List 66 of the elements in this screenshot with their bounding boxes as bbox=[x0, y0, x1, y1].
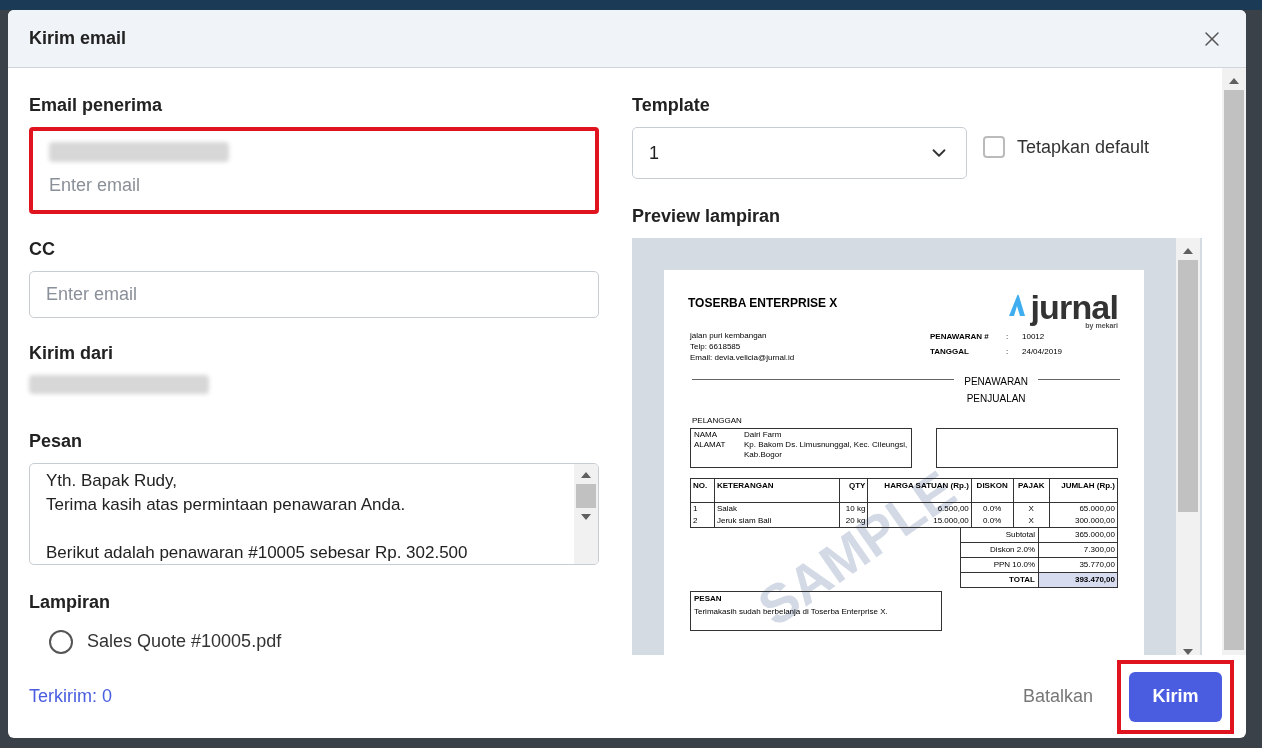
customer-label: ALAMAT bbox=[694, 440, 727, 451]
column-header: DISKON bbox=[971, 478, 1014, 503]
column-header: JUMLAH (Rp.) bbox=[1049, 478, 1118, 503]
message-field[interactable]: Yth. Bapak Rudy, Terima kasih atas permintaan penawaran Anda. Berikut adalah penawaran #10005 sebesar Rp. 302.500 bbox=[29, 463, 599, 565]
field-label: Preview lampiran bbox=[632, 205, 782, 228]
customer-label: NAMA bbox=[694, 430, 719, 440]
table-cell: 300.000,00 bbox=[1049, 515, 1118, 528]
field-label: Email penerima bbox=[29, 94, 164, 117]
recipient-field[interactable]: Enter email bbox=[29, 127, 599, 215]
table-cell: 0.0% bbox=[971, 515, 1014, 528]
scroll-down-icon[interactable] bbox=[1183, 649, 1193, 655]
customer-heading: PELANGGAN bbox=[692, 415, 743, 427]
meta-label: PENAWARAN # bbox=[930, 331, 990, 343]
total-label: Diskon 2.0% bbox=[961, 543, 1039, 557]
field-label: Kirim dari bbox=[29, 342, 115, 366]
attachment-checkbox[interactable] bbox=[49, 629, 73, 654]
meta-separator: : bbox=[1006, 331, 1010, 343]
field-label: CC bbox=[29, 238, 56, 262]
table-cell: 65.000,00 bbox=[1049, 502, 1118, 515]
meta-label: TANGGAL bbox=[930, 346, 970, 358]
document-title: PENJUALAN bbox=[966, 392, 1026, 406]
table-cell: 1 bbox=[690, 502, 715, 515]
scroll-up-icon[interactable] bbox=[1183, 248, 1193, 254]
scroll-thumb[interactable] bbox=[576, 484, 596, 509]
field-label: Template bbox=[632, 94, 711, 117]
scroll-up-icon[interactable] bbox=[581, 472, 591, 479]
customer-value: Dairi Farm bbox=[744, 430, 783, 440]
field-label: Pesan bbox=[29, 430, 84, 454]
total-value: 7.300,00 bbox=[1082, 544, 1116, 556]
dialog-scrollbar[interactable] bbox=[1222, 68, 1246, 655]
attachment-name: Sales Quote #10005.pdf bbox=[87, 630, 282, 653]
total-value: 393.470,00 bbox=[1039, 573, 1117, 587]
table-cell: 2 bbox=[690, 515, 715, 528]
dialog-title: Kirim email bbox=[29, 27, 127, 50]
meta-value: 10012 bbox=[1022, 331, 1045, 343]
customer-value: Kp. Bakom Ds. Limusnunggal, Kec. Cileungsi, Kab.Bogor bbox=[744, 440, 908, 460]
address-line: jalan puri kembangan bbox=[690, 331, 768, 341]
total-label: PPN 10.0% bbox=[961, 558, 1039, 572]
table-cell: X bbox=[1013, 502, 1050, 515]
company-name: TOSERBA ENTERPRISE X bbox=[688, 295, 838, 312]
default-checkbox[interactable]: Tetapkan default bbox=[983, 133, 1150, 161]
address-line: Email: devia.velicia@jurnal.id bbox=[690, 353, 795, 363]
sent-count: Terkirim: 0 bbox=[29, 685, 112, 708]
cancel-button[interactable]: Batalkan bbox=[1018, 683, 1097, 710]
scroll-thumb[interactable] bbox=[1178, 260, 1198, 512]
preview-scrollbar[interactable] bbox=[1176, 238, 1200, 655]
total-value: 365.000,00 bbox=[1073, 529, 1116, 541]
cc-field[interactable]: Enter email bbox=[29, 271, 599, 319]
scroll-thumb[interactable] bbox=[1224, 90, 1244, 650]
address-line: Telp: 6618585 bbox=[690, 342, 742, 352]
template-select[interactable]: 1 bbox=[632, 127, 967, 179]
send-button[interactable]: Kirim bbox=[1129, 671, 1222, 722]
column-header: PAJAK bbox=[1013, 478, 1050, 503]
meta-separator: : bbox=[1006, 346, 1010, 358]
column-header: NO. bbox=[690, 478, 715, 503]
total-label: Subtotal bbox=[961, 528, 1039, 542]
field-label: Lampiran bbox=[29, 591, 112, 614]
email-input[interactable]: Enter email bbox=[49, 172, 579, 200]
table-cell: X bbox=[1013, 515, 1050, 528]
total-value: 35.770,00 bbox=[1078, 559, 1116, 571]
scroll-up-icon[interactable] bbox=[1229, 78, 1239, 84]
scroll-down-icon[interactable] bbox=[581, 514, 591, 521]
meta-value: 24/04/2019 bbox=[1022, 346, 1063, 358]
scrollbar[interactable] bbox=[574, 464, 598, 564]
document-title: PENAWARAN bbox=[964, 375, 1028, 389]
table-cell: 0.0% bbox=[971, 502, 1014, 515]
